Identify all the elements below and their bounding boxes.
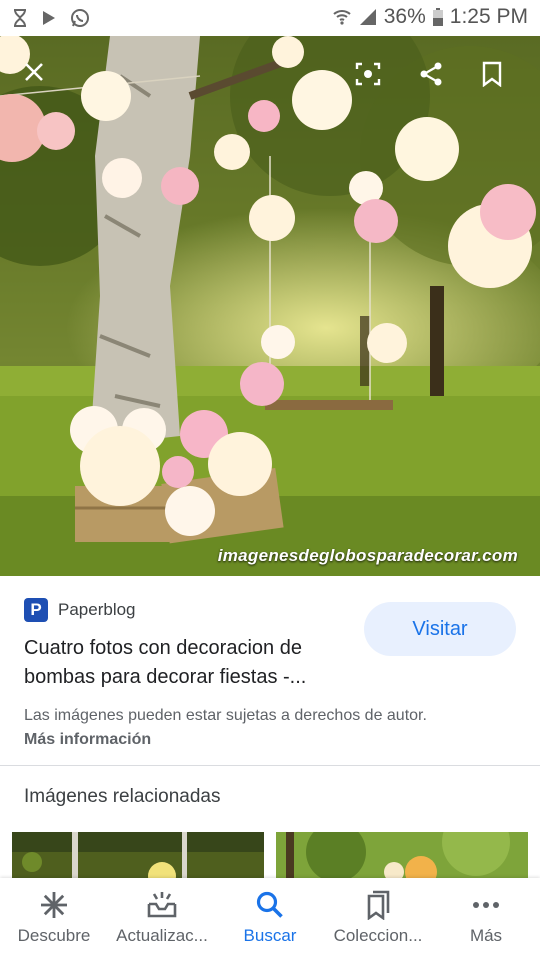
nav-updates[interactable]: Actualizac... <box>108 878 216 960</box>
related-images-heading: Imágenes relacionadas <box>24 786 221 807</box>
related-image-thumbnail[interactable] <box>276 832 528 878</box>
nav-more-label: Más <box>469 926 503 945</box>
related-image-1 <box>12 832 264 878</box>
search-icon <box>256 891 283 918</box>
bookmarks-icon <box>367 890 390 920</box>
image-watermark: imagenesdeglobosparadecorar.com <box>217 546 518 565</box>
garden-pompom-photo <box>0 36 540 576</box>
nav-more[interactable]: Más <box>432 878 540 960</box>
signal-icon <box>359 9 376 25</box>
bottom-navigation: Descubre Actualizac... Buscar Coleccion.… <box>0 878 540 960</box>
save-button[interactable] <box>472 54 512 94</box>
status-bar: 36% 1:25 PM <box>0 0 540 36</box>
clock: 1:25 PM <box>449 5 528 28</box>
lens-button[interactable] <box>348 54 388 94</box>
copyright-notice: Las imágenes pueden estar sujetas a dere… <box>24 707 427 724</box>
close-button[interactable] <box>14 52 54 92</box>
more-info-link[interactable]: Más información <box>24 731 151 749</box>
source-name: Paperblog <box>58 600 136 619</box>
visit-button[interactable]: Visitar <box>364 602 516 656</box>
status-icons-left <box>12 8 90 28</box>
nav-search-label: Buscar <box>243 926 297 945</box>
preview-image[interactable]: imagenesdeglobosparadecorar.com <box>0 36 540 576</box>
play-icon <box>43 11 55 25</box>
inbox-icon <box>147 892 177 918</box>
related-image-2 <box>276 832 528 878</box>
result-title[interactable]: Cuatro fotos con decoracion de bombas pa… <box>24 634 344 692</box>
nav-collections[interactable]: Coleccion... <box>324 878 432 960</box>
bookmark-icon <box>482 61 502 87</box>
wifi-icon <box>333 10 351 25</box>
nav-collections-label: Coleccion... <box>333 926 423 945</box>
share-button[interactable] <box>411 54 451 94</box>
more-horizontal-icon <box>473 902 499 908</box>
lens-icon <box>355 62 381 86</box>
battery-percent: 36% <box>383 5 426 28</box>
nav-discover-label: Descubre <box>17 926 91 945</box>
whatsapp-icon <box>71 9 89 27</box>
asterisk-icon <box>41 892 67 918</box>
paperblog-logo: P <box>24 598 48 622</box>
related-image-thumbnail[interactable] <box>12 832 264 878</box>
source-row[interactable]: P Paperblog <box>24 598 136 622</box>
close-icon <box>25 63 43 81</box>
share-icon <box>420 62 442 86</box>
hourglass-icon <box>14 9 26 27</box>
status-icons-right: 36% 1:25 PM <box>332 5 528 29</box>
battery-icon <box>432 8 443 26</box>
divider <box>0 765 540 766</box>
nav-search[interactable]: Buscar <box>216 878 324 960</box>
nav-discover[interactable]: Descubre <box>0 878 108 960</box>
nav-updates-label: Actualizac... <box>116 926 208 945</box>
